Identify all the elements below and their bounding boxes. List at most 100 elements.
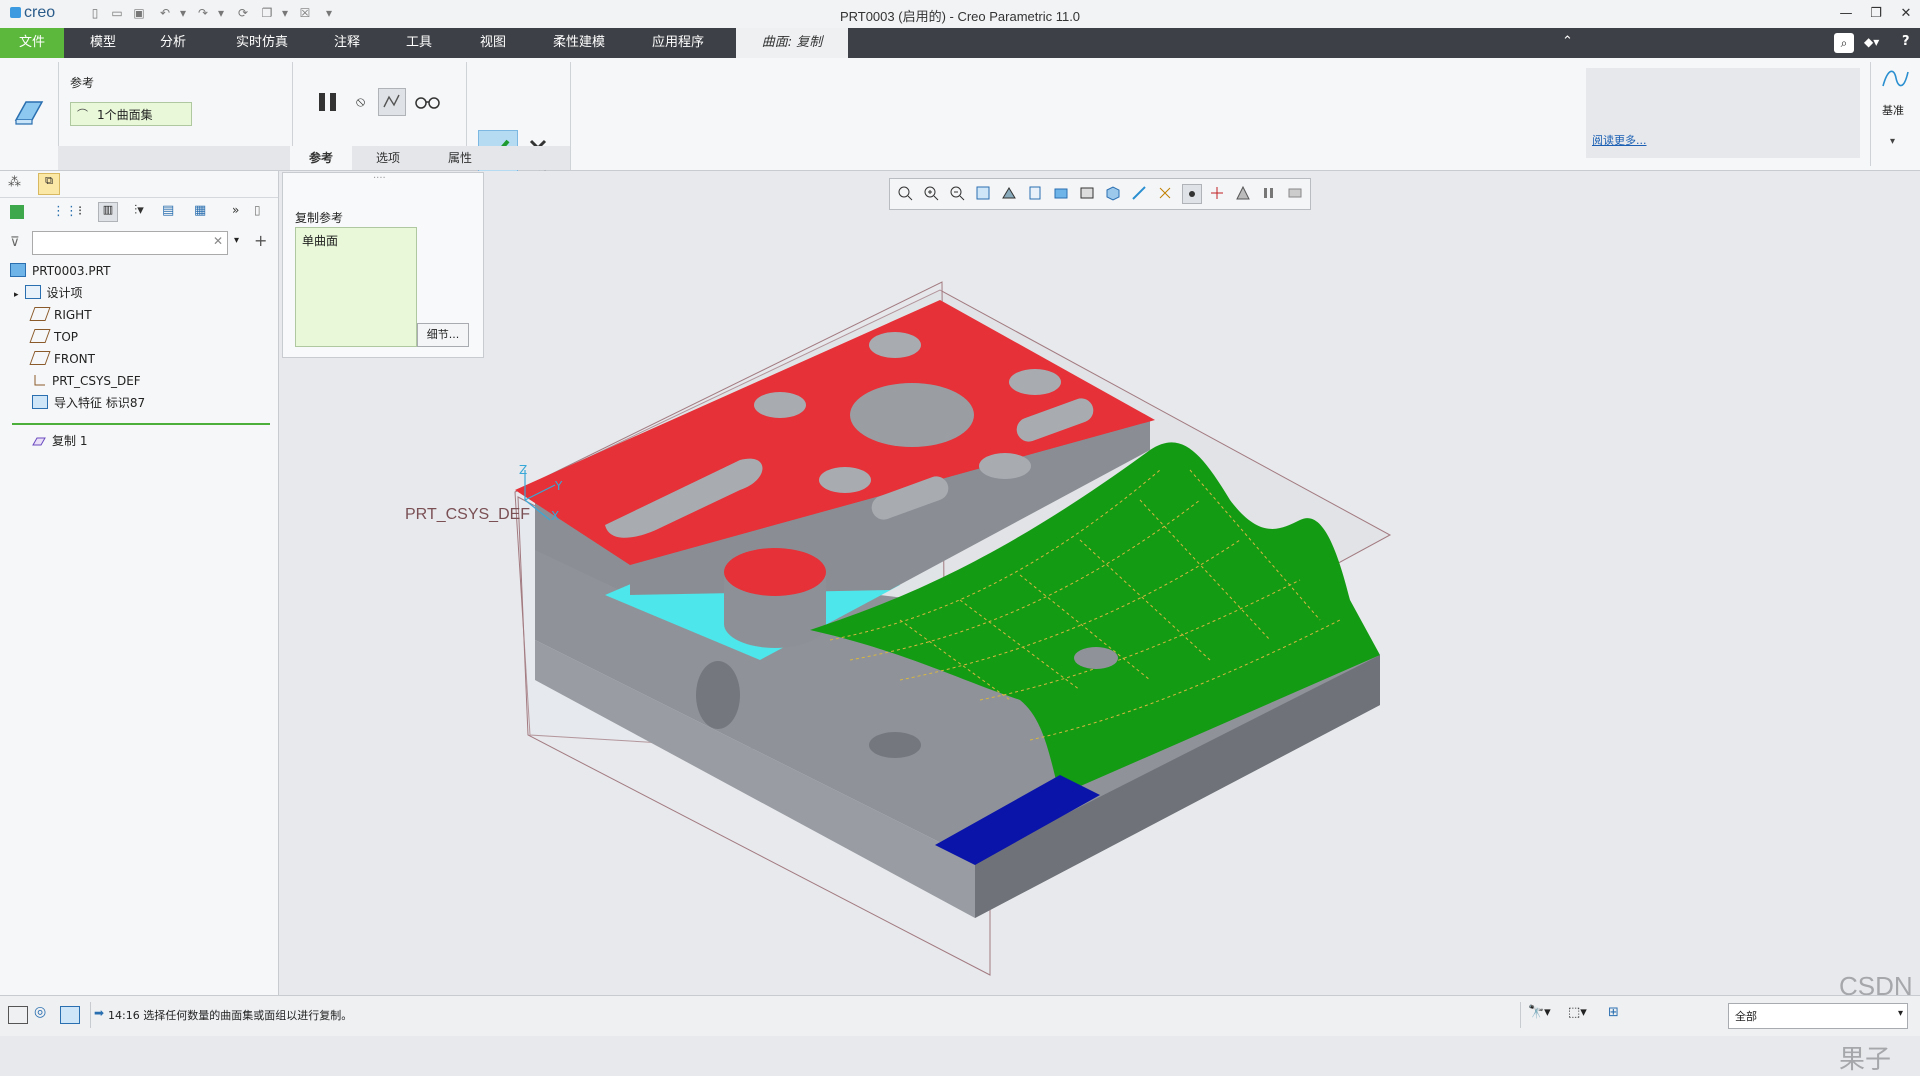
datum-dropdown-icon[interactable]: ▾ [1890,136,1895,147]
box-select-icon[interactable]: ⬚▾ [1568,1005,1587,1020]
datum-plane-icon [29,307,51,321]
tab-annotate[interactable]: 注释 [314,28,380,58]
tree-item-import-feature[interactable]: 导入特征 标识87 [32,393,145,413]
tree-item-copy[interactable]: 复制 1 [32,431,87,451]
tree-notes-icon[interactable]: ▯ [254,203,261,217]
read-more-link[interactable]: 阅读更多... [1592,132,1647,148]
clear-search-icon[interactable]: ✕ [213,234,223,248]
tab-options[interactable]: 选项 [352,146,425,170]
graphics-window[interactable]: PRT_CSYS_DEF Z Y X CSDN @山涧果子 [279,171,1920,1074]
tree-item-right[interactable]: RIGHT [29,305,92,325]
tree-item-front[interactable]: FRONT [29,349,95,369]
tree-search-input[interactable]: ✕ [32,231,228,255]
tab-analysis[interactable]: 分析 [140,28,206,58]
repaint-icon[interactable] [974,184,992,202]
surface-set-icon: ⌒ [77,108,88,121]
verify-glasses-icon[interactable] [414,92,442,113]
insert-indicator[interactable] [12,423,270,425]
tab-surface-copy[interactable]: 曲面: 复制 [736,28,848,58]
cylinder-boss-top[interactable] [724,548,826,596]
copy-references-collector[interactable]: 单曲面 [295,227,417,347]
large-bore[interactable] [850,383,974,447]
display-style-icon[interactable] [1052,184,1070,202]
surface-set-collector[interactable]: ⌒ 1个曲面集 [70,102,192,126]
tab-applications[interactable]: 应用程序 [640,28,716,58]
reference-label: 参考 [70,76,95,90]
search-icon[interactable]: ⌕ [1834,33,1854,53]
selection-filter-value: 全部 [1735,1010,1757,1023]
tree-show-icon[interactable]: ▤ [162,203,174,218]
render-icon[interactable] [1286,184,1304,202]
tree-item-design-items[interactable]: ▸ 设计项 [14,283,83,303]
selection-filter-dropdown[interactable]: 全部 ▾ [1728,1003,1908,1029]
tab-view[interactable]: 视图 [460,28,526,58]
tree-item-csys[interactable]: PRT_CSYS_DEF [32,371,141,391]
model-view[interactable] [279,171,1920,995]
full-screen-icon[interactable] [60,1006,80,1024]
pause-icon[interactable] [316,90,340,117]
single-surface-item[interactable]: 单曲面 [302,232,338,249]
tab-model[interactable]: 模型 [70,28,136,58]
axis-y-label: Y [555,479,563,493]
find-icon[interactable]: 🔭▾ [1528,1005,1551,1020]
appearance-icon[interactable] [1234,184,1252,202]
tab-flexible-modeling[interactable]: 柔性建模 [540,28,618,58]
datum-plane-icon [29,329,51,343]
perspective-icon[interactable] [1078,184,1096,202]
annotation-display-icon[interactable] [1156,184,1174,202]
section-icon[interactable] [1208,184,1226,202]
named-views-icon[interactable] [1000,184,1018,202]
saved-orientations-icon[interactable] [1026,184,1044,202]
surface-copy-feature-icon [12,94,46,131]
datum-display-filters-icon[interactable] [1130,184,1148,202]
tree-columns-icon[interactable]: ▥ [98,202,118,222]
no-preview-icon[interactable]: ⦸ [356,94,365,110]
attached-preview-icon[interactable] [378,88,406,116]
add-filter-icon[interactable]: + [254,231,267,250]
zoom-out-icon[interactable] [948,184,966,202]
ribbon-tab-bar: 文件 模型 分析 实时仿真 注释 工具 视图 柔性建模 应用程序 曲面: 复制 … [0,28,1920,83]
show-navigator-icon[interactable] [8,1006,28,1024]
spin-center-icon[interactable] [1182,184,1202,204]
smart-select-icon[interactable]: ⊞ [1608,1005,1619,1020]
search-dropdown-icon[interactable]: ▾ [234,235,239,246]
view-manager-icon[interactable] [1104,184,1122,202]
browser-icon[interactable]: ◎ [34,1004,46,1020]
help-panel: 阅读更多... [1586,68,1860,158]
community-icon[interactable]: ◆▾ [1864,35,1879,49]
tab-tools[interactable]: 工具 [386,28,452,58]
model-tree-tab-icon[interactable]: ⁂ [8,175,21,190]
tab-properties[interactable]: 属性 [424,146,497,170]
more-icon[interactable]: » [232,203,239,217]
expand-icon[interactable]: ▸ [14,290,19,300]
display-icon[interactable] [10,205,24,219]
pause-animation-icon[interactable] [1260,184,1278,202]
tree-filters-icon[interactable]: ⋮⋮ [52,204,78,219]
tree-item-top[interactable]: TOP [29,327,78,347]
tab-references[interactable]: 参考 [290,146,353,170]
panel-grip-icon[interactable]: ···· [373,173,386,184]
tree-layer-icon[interactable]: ▦ [194,203,206,218]
details-button[interactable]: 细节... [417,323,469,347]
copy-references-label: 复制参考 [295,211,344,225]
tab-live-simulation[interactable]: 实时仿真 [220,28,304,58]
minimize-button[interactable]: — [1832,4,1860,24]
design-items-icon [24,285,41,299]
restore-button[interactable]: ❐ [1862,4,1890,24]
chevron-down-icon: ▾ [1897,1008,1903,1019]
hole[interactable] [869,332,921,358]
datum-icon[interactable] [1880,66,1910,95]
zoom-in-icon[interactable] [922,184,940,202]
folder-browser-tab-icon[interactable]: ⧉ [38,173,60,195]
tab-file[interactable]: 文件 [0,28,64,58]
tree-list-icon[interactable]: ⁝ [78,204,82,219]
minimize-ribbon-icon[interactable]: ⌃ [1562,34,1573,49]
csys-icon [32,373,46,386]
datum-label: 基准 [1882,104,1904,117]
graphics-toolbar [889,178,1311,210]
help-icon[interactable]: ? [1902,34,1910,49]
close-button[interactable]: ✕ [1892,4,1920,24]
tree-item-part[interactable]: PRT0003.PRT [10,261,110,281]
refit-icon[interactable] [896,184,914,202]
tree-settings-icon[interactable]: ⫶▾ [134,203,144,218]
